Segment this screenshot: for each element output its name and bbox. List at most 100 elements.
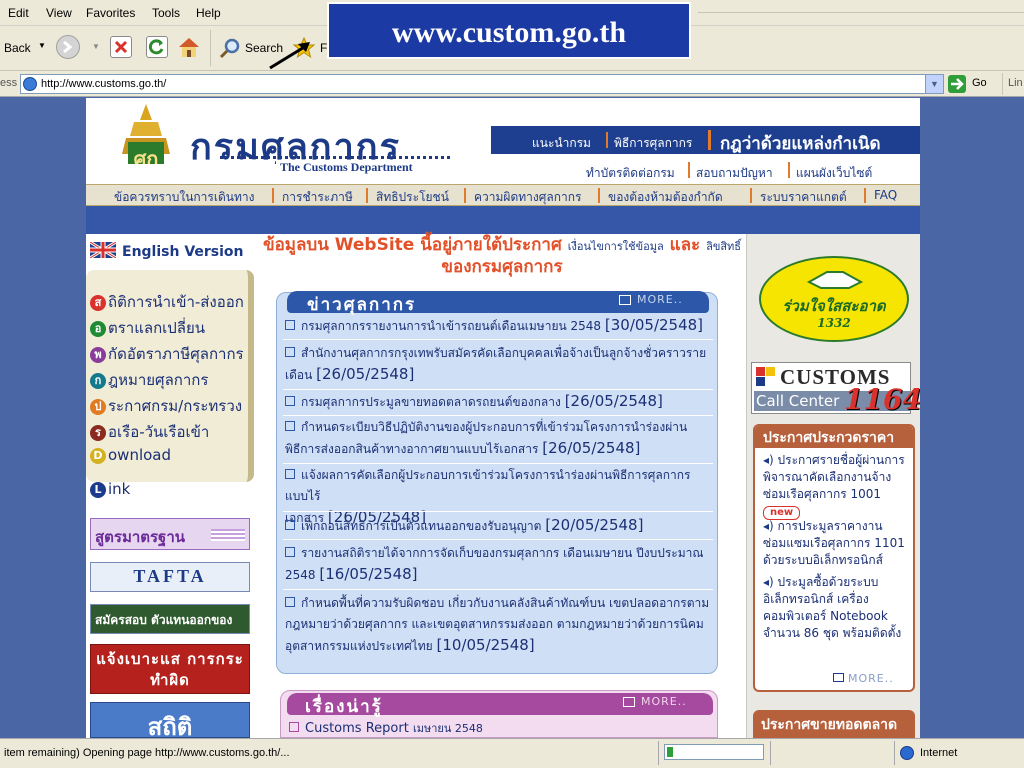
links-label[interactable]: Lin [1008, 77, 1023, 89]
clean-campaign-badge[interactable]: ร่วมใจใสสะอาด 1332 [759, 256, 909, 342]
logo-english-text: The Customs Department [276, 160, 417, 175]
menu-download[interactable]: Download [90, 446, 171, 468]
link-customs-procedure[interactable]: พิธีการศุลกากร [614, 134, 692, 153]
news-item[interactable]: กำหนดพื้นที่ความรับผิดชอบ เกี่ยวกับงานคล… [285, 593, 713, 657]
menu-tools[interactable]: Tools [152, 6, 180, 20]
menu-help[interactable]: Help [196, 6, 221, 20]
address-url: http://www.customs.go.th/ [41, 78, 167, 90]
banner-standard-formula[interactable]: สูตรมาตรฐาน [90, 518, 250, 550]
notice-line-2: ของกรมศุลกากร [441, 257, 563, 277]
banner-label: สมัครสอบ ตัวแทนออกของ [95, 613, 233, 627]
home-icon[interactable] [176, 34, 202, 60]
story-header: เรื่องน่ารู้ MORE.. [287, 693, 713, 717]
back-dropdown-icon[interactable]: ▼ [38, 41, 46, 50]
news-header: ข่าวศุลกากร MORE.. [287, 291, 709, 315]
nav-travel-info[interactable]: ข้อควรทราบในการเดินทาง [114, 188, 254, 207]
auction-title[interactable]: ประกาศขายทอดตลาด [761, 714, 897, 736]
news-text: พิธีการส่งออกสินค้าทางอากาศยานแบบไร้เอกส… [285, 442, 539, 456]
story-more-link[interactable]: MORE.. [641, 695, 687, 708]
news-item[interactable]: รายงานสถิติรายได้จากการจัดเก็บของกรมศุลก… [285, 543, 713, 586]
news-text: กฎหมายว่าด้วยศุลกากร และเขตอุตสาหกรรมส่ง… [285, 617, 704, 631]
banner-broker-exam[interactable]: สมัครสอบ ตัวแทนออกของ [90, 604, 250, 634]
news-item[interactable]: กำหนดระเบียบวิธีปฏิบัติงานของผู้ประกอบกา… [285, 417, 713, 460]
speaker-icon: ◂) [763, 453, 774, 467]
link-about[interactable]: แนะนำกรม [532, 134, 591, 153]
nav-prohibited[interactable]: ของต้องห้ามต้องกำกัด [608, 188, 723, 207]
go-button[interactable]: Go [972, 77, 987, 89]
stop-icon[interactable] [110, 36, 132, 58]
menu-customs-law[interactable]: กฎหมายศุลกากร [90, 368, 208, 390]
uk-flag-icon[interactable] [90, 242, 116, 258]
menu-edit[interactable]: Edit [8, 6, 29, 20]
badge-icon: ป [90, 399, 106, 415]
tender-more-link[interactable]: MORE.. [833, 672, 894, 685]
nav-gatt[interactable]: ระบบราคาแกตต์ [760, 188, 847, 207]
news-date: [26/05/2548] [564, 392, 663, 410]
news-more-link[interactable]: MORE.. [637, 293, 683, 306]
left-column: English Version สถิติการนำเข้า-ส่งออก อต… [86, 234, 258, 738]
forward-dropdown-icon[interactable]: ▼ [92, 42, 100, 51]
news-text: แจ้งผลการคัดเลือกผู้ประกอบการเข้าร่วมโคร… [285, 468, 691, 503]
story-item[interactable]: Customs Report เมษายน 2548 [289, 719, 483, 737]
nav-faq[interactable]: FAQ [874, 188, 897, 202]
left-menu: สถิติการนำเข้า-ส่งออก อตราแลกเปลี่ยน พกั… [86, 270, 254, 482]
bullet-icon [285, 396, 295, 406]
banner-statistics[interactable]: สถิติ [90, 702, 250, 738]
news-item[interactable]: สำนักงานศุลกากรกรุงเทพรับสมัครคัดเลือกบุ… [285, 343, 713, 386]
folder-icon [619, 295, 631, 305]
badge-icon: อ [90, 321, 106, 337]
menu-announcements[interactable]: ประกาศกรม/กระทรวง [90, 394, 242, 416]
bullet-icon [285, 421, 295, 431]
menu-tariff[interactable]: พกัดอัตราภาษีศุลกากร [90, 342, 244, 364]
nav-privileges[interactable]: สิทธิประโยชน์ [376, 188, 449, 207]
forward-icon[interactable] [56, 35, 80, 59]
menu-import-export-stats[interactable]: สถิติการนำเข้า-ส่งออก [90, 290, 244, 312]
refresh-icon[interactable] [146, 36, 168, 58]
back-button[interactable]: Back [4, 41, 31, 55]
menu-ship-arrivals[interactable]: รอเรือ-วันเรือเข้า [90, 420, 209, 442]
banner-label: แจ้งเบาะแส การกระทำผิด [96, 650, 244, 689]
menu-favorites[interactable]: Favorites [86, 6, 135, 20]
search-icon[interactable] [218, 36, 242, 60]
bullet-icon [285, 547, 295, 557]
bullet-icon [285, 469, 295, 479]
address-input[interactable]: http://www.customs.go.th/ ▼ [20, 74, 944, 94]
speaker-icon: ◂) [763, 575, 774, 589]
nav-offenses[interactable]: ความผิดทางศุลกากร [474, 188, 581, 207]
link-rules-of-origin[interactable]: กฎว่าด้วยแหล่งกำเนิด [720, 130, 881, 157]
notice-line: ข้อมูลบน WebSite นี้อยู่ภายใต้ประกาศ [262, 235, 562, 255]
address-dropdown-icon[interactable]: ▼ [925, 75, 943, 93]
news-item[interactable]: กรมศุลกากรรายงานการนำเข้ารถยนต์เดือนเมษา… [285, 315, 713, 337]
tender-text: ประกาศรายชื่อผู้ผ่านการพิจารณาคัดเลือกงา… [763, 453, 905, 501]
tender-item[interactable]: ◂) ประมูลซื้อด้วยระบบอิเล็กทรอนิกส์ เครื… [763, 574, 913, 642]
news-date: [20/05/2548] [545, 516, 644, 534]
menu-view[interactable]: View [46, 6, 72, 20]
news-text: 2548 [285, 568, 316, 582]
internet-globe-icon [900, 746, 914, 760]
english-version-link[interactable]: English Version [122, 244, 244, 260]
story-title: เรื่องน่ารู้ [305, 697, 383, 717]
status-bar: item remaining) Opening page http://www.… [0, 738, 1024, 768]
link-sitemap[interactable]: แผนผังเว็บไซต์ [796, 164, 872, 183]
copyright-link[interactable]: ลิขสิทธิ์ [706, 240, 741, 253]
news-item[interactable]: เพิกถอนสิทธิการเป็นตัวแทนออกของรับอนุญาต… [285, 515, 713, 537]
menu-exchange-rate[interactable]: อตราแลกเปลี่ยน [90, 316, 205, 338]
go-arrow-icon[interactable] [948, 75, 966, 93]
menu-label: ถิติการนำเข้า-ส่งออก [108, 293, 244, 311]
tender-item[interactable]: ◂) ประกาศรายชื่อผู้ผ่านการพิจารณาคัดเลือ… [763, 452, 913, 520]
news-text: รายงานสถิติรายได้จากการจัดเก็บของกรมศุลก… [301, 546, 704, 560]
news-item[interactable]: กรมศุลกากรประมูลขายทอดตลาดรถยนต์ของกลาง … [285, 391, 713, 413]
terms-link[interactable]: เงื่อนไขการใช้ข้อมูล [568, 240, 664, 253]
more-label: MORE.. [848, 672, 894, 685]
menu-link[interactable]: Link [90, 480, 130, 502]
link-ask-question[interactable]: สอบถามปัญหา [696, 164, 773, 183]
call-center-banner[interactable]: CUSTOMS Call Center 1164 [751, 362, 920, 416]
banner-report-offense[interactable]: แจ้งเบาะแส การกระทำผิด [90, 644, 250, 694]
center-column: ข้อมูลบน WebSite นี้อยู่ภายใต้ประกาศ เงื… [258, 234, 746, 738]
tender-item[interactable]: ◂) การประมูลราคางานซ่อมแซมเรือศุลกากร 11… [763, 518, 913, 569]
banner-tafta[interactable]: TAFTA [90, 562, 250, 592]
nav-tax-payment[interactable]: การชำระภาษี [282, 188, 353, 207]
news-text: อุตสาหกรรมแห่งประเทศไทย [285, 639, 433, 653]
news-text: เดือน [285, 368, 313, 382]
link-contact-card[interactable]: ทำบัตรติดต่อกรม [586, 164, 675, 183]
